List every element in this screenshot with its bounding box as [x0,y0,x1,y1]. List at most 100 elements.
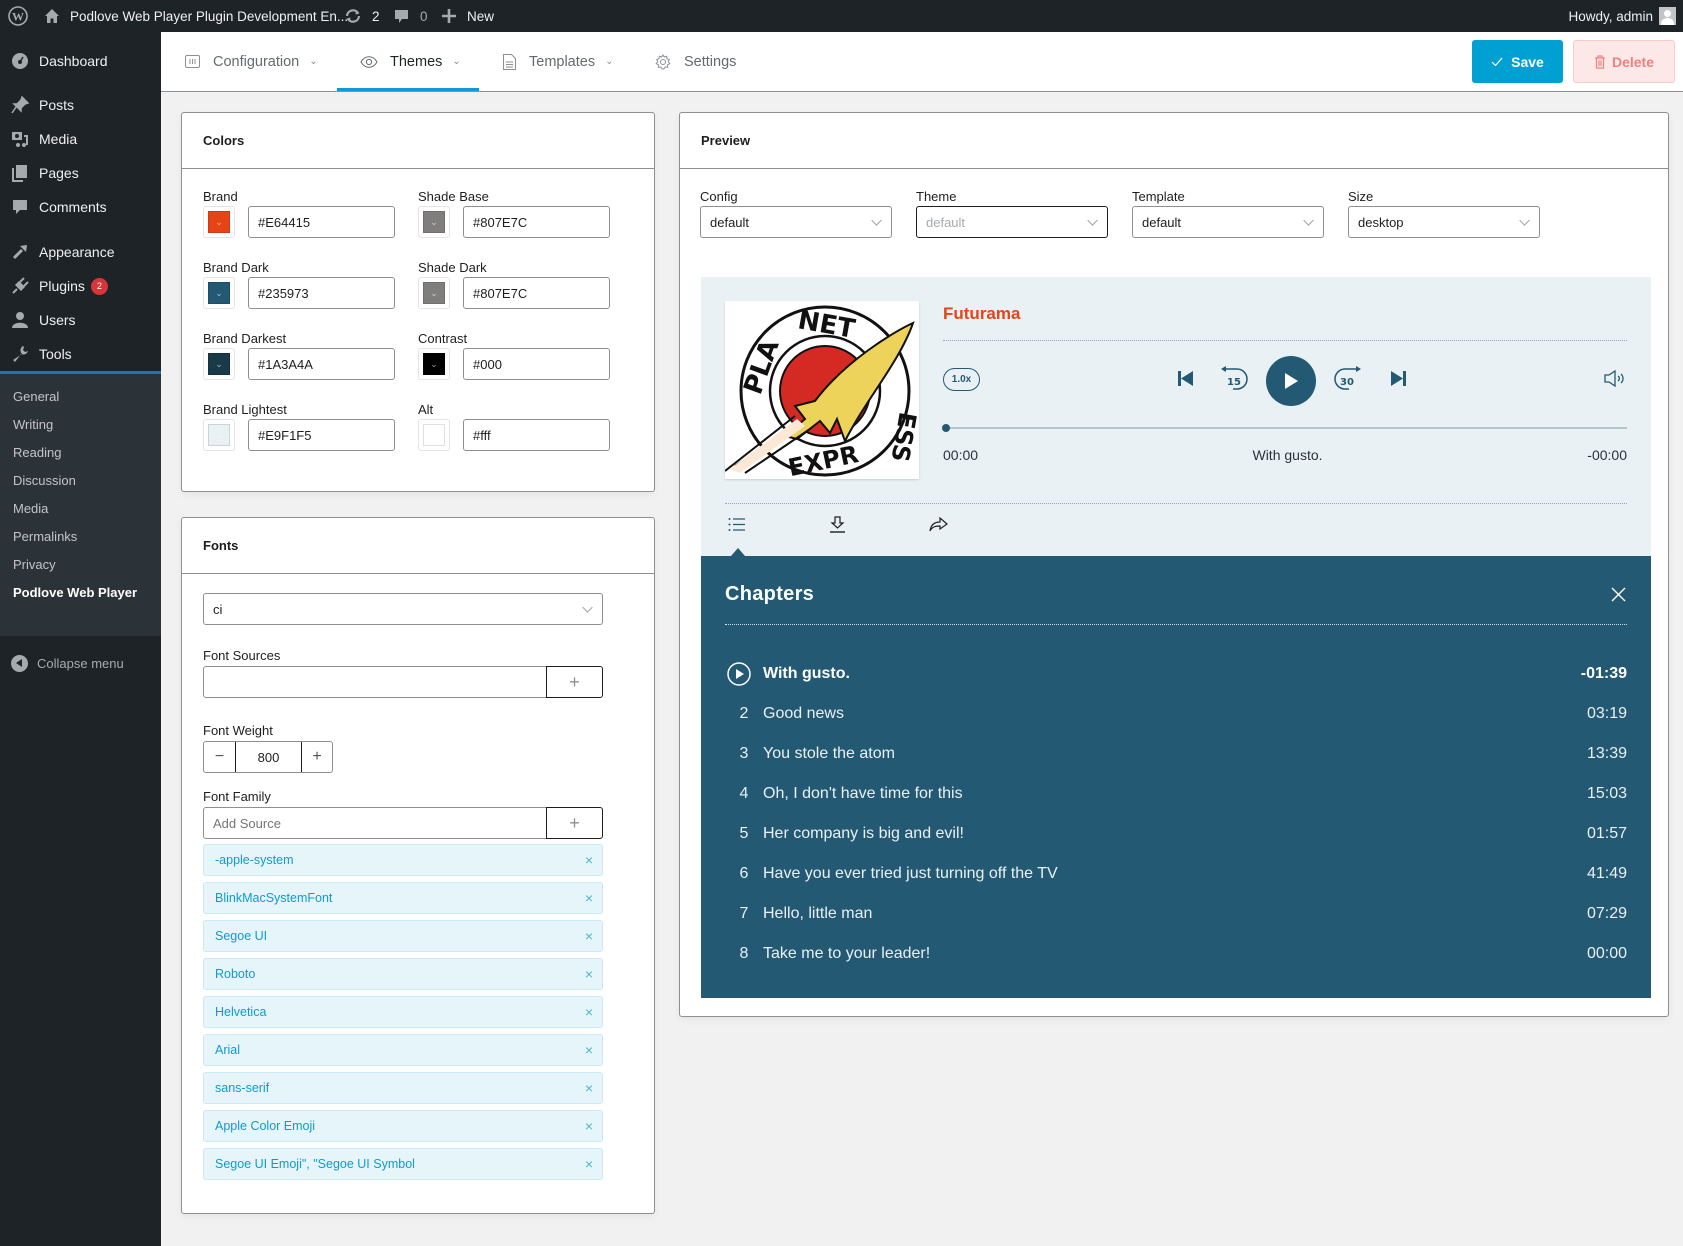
play-button[interactable] [1266,356,1316,406]
close-chapters-button[interactable] [1611,587,1626,607]
tab-settings[interactable]: Settings [655,32,736,91]
chapter-item[interactable]: With gusto. -01:39 [725,659,1627,689]
chevron-down-icon: ⌄ [605,56,614,67]
sidebar-item-appearance[interactable]: Appearance [0,235,161,269]
brand-dark-hex-input[interactable]: #235973 [248,277,395,309]
submenu-item-permalinks[interactable]: Permalinks [13,529,77,544]
brand-color-picker[interactable]: ⌄ [203,206,235,238]
submenu-item-discussion[interactable]: Discussion [13,473,76,488]
collapse-menu-button[interactable]: Collapse menu [0,648,161,678]
speed-button[interactable]: 1.0x [943,368,980,391]
previous-chapter-button[interactable] [1178,370,1194,392]
remove-tag-icon[interactable]: × [585,966,593,982]
forward-button[interactable]: 30 [1331,365,1363,393]
chapter-item[interactable]: 6 Have you ever tried just turning off th… [725,859,1627,889]
config-select[interactable]: default [700,206,892,238]
save-button[interactable]: Save [1472,40,1563,83]
progress-handle[interactable] [942,424,950,432]
rewind-button[interactable]: 15 [1219,365,1251,393]
shade-base-color-picker[interactable]: ⌄ [418,206,450,238]
chapter-item[interactable]: 3 You stole the atom 13:39 [725,739,1627,769]
sidebar-item-dashboard[interactable]: Dashboard [0,44,161,78]
chapters-tab-button[interactable] [728,517,746,537]
brand-lightest-color-picker[interactable]: ⌄ [203,419,235,451]
remove-tag-icon[interactable]: × [585,928,593,944]
updates-link[interactable]: 2 [344,0,380,32]
comments-link[interactable]: 0 [393,0,428,32]
submenu-item-general[interactable]: General [13,389,59,404]
sidebar-item-users[interactable]: Users [0,303,161,337]
template-select-label: Template [1132,189,1185,204]
chapter-item[interactable]: 5 Her company is big and evil! 01:57 [725,819,1627,849]
remove-tag-icon[interactable]: × [585,1118,593,1134]
sidebar-item-tools[interactable]: Tools [0,337,161,371]
theme-select[interactable]: default [916,206,1108,238]
sidebar-item-label: Posts [39,97,75,113]
chapter-item[interactable]: 4 Oh, I don't have time for this 15:03 [725,779,1627,809]
font-sources-input[interactable] [203,666,548,698]
site-name-link[interactable]: Podlove Web Player Plugin Development En… [44,0,348,32]
shade-dark-hex-input[interactable]: #807E7C [463,277,610,309]
sidebar-item-posts[interactable]: Posts [0,88,161,122]
chapter-time: -01:39 [1580,665,1627,682]
brand-dark-color-picker[interactable]: ⌄ [203,277,235,309]
sidebar-item-media[interactable]: Media [0,122,161,156]
remove-tag-icon[interactable]: × [585,1042,593,1058]
progress-bar[interactable] [942,424,1627,432]
font-family-tag-label: Arial [215,1043,241,1057]
shade-dark-color-picker[interactable]: ⌄ [418,277,450,309]
svg-text:30: 30 [1340,377,1354,388]
brand-darkest-hex-input[interactable]: #1A3A4A [248,348,395,380]
brand-darkest-color-picker[interactable]: ⌄ [203,348,235,380]
remove-tag-icon[interactable]: × [585,852,593,868]
share-tab-button[interactable] [929,516,948,537]
remove-tag-icon[interactable]: × [585,1080,593,1096]
shade-base-hex-input[interactable]: #807E7C [463,206,610,238]
select-value: desktop [1358,214,1404,230]
size-select[interactable]: desktop [1348,206,1540,238]
brand-hex-input[interactable]: #E64415 [248,206,395,238]
next-chapter-button[interactable] [1390,370,1406,392]
font-weight-input[interactable]: 800 [236,742,301,772]
greeting: Howdy, admin [1568,8,1653,24]
chapter-item[interactable]: 7 Hello, little man 07:29 [725,899,1627,929]
add-font-family-button[interactable]: + [546,807,603,839]
add-font-source-button[interactable]: + [546,666,603,698]
template-select[interactable]: default [1132,206,1324,238]
decrement-button[interactable]: − [204,742,236,772]
alt-hex-input[interactable]: #fff [463,419,610,451]
select-value: default [926,214,966,230]
font-family-tag: Helvetica × [203,996,603,1028]
download-tab-button[interactable] [829,516,846,538]
remove-tag-icon[interactable]: × [585,1156,593,1172]
brand-lightest-hex-input[interactable]: #E9F1F5 [248,419,395,451]
increment-button[interactable]: + [301,742,332,772]
submenu-item-reading[interactable]: Reading [13,445,61,460]
remove-tag-icon[interactable]: × [585,1004,593,1020]
my-account[interactable]: Howdy, admin [1568,0,1676,32]
font-select[interactable]: ci [203,593,603,625]
sidebar-item-plugins[interactable]: Plugins 2 [0,269,161,303]
submenu-item-media[interactable]: Media [13,501,48,516]
submenu-item-privacy[interactable]: Privacy [13,557,56,572]
alt-color-picker[interactable]: ⌄ [418,419,450,451]
font-weight-label: Font Weight [203,723,273,738]
contrast-hex-input[interactable]: #000 [463,348,610,380]
tab-themes[interactable]: Themes ⌄ [360,32,461,91]
submenu-item-podlove-web-player[interactable]: Podlove Web Player [13,585,137,600]
wordpress-logo[interactable]: W [8,0,28,32]
delete-button[interactable]: Delete [1573,40,1675,83]
contrast-color-picker[interactable]: ⌄ [418,348,450,380]
font-family-input[interactable] [203,807,548,839]
chevron-down-icon: ⌄ [215,287,223,298]
tab-templates[interactable]: Templates ⌄ [503,32,613,91]
volume-button[interactable] [1604,369,1627,392]
new-content-link[interactable]: New [441,0,494,32]
sidebar-item-pages[interactable]: Pages [0,156,161,190]
submenu-item-writing[interactable]: Writing [13,417,53,432]
chapter-item[interactable]: 8 Take me to your leader! 00:00 [725,939,1627,969]
tab-configuration[interactable]: Configuration ⌄ [185,32,318,91]
sidebar-item-comments[interactable]: Comments [0,190,161,224]
remove-tag-icon[interactable]: × [585,890,593,906]
chapter-item[interactable]: 2 Good news 03:19 [725,699,1627,729]
